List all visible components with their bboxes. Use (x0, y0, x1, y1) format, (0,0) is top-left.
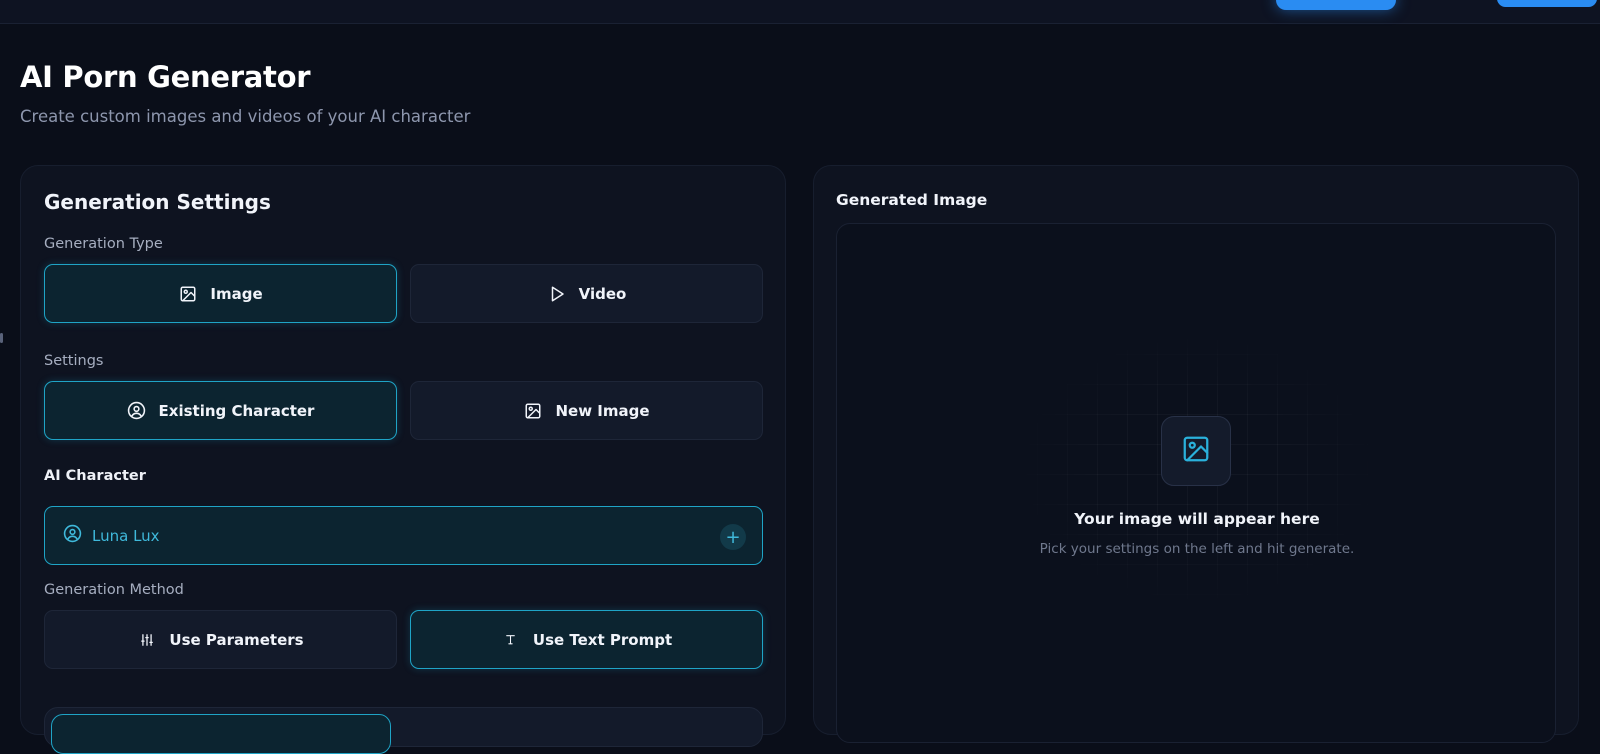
play-icon (547, 284, 567, 304)
generation-settings-panel: Generation Settings Generation Type Imag… (20, 165, 786, 754)
image-placeholder-icon (1181, 434, 1211, 468)
text-icon (501, 630, 521, 650)
image-preview-area: Your image will appear here Pick your se… (836, 223, 1556, 743)
top-bar (0, 0, 1600, 24)
new-image-label: New Image (555, 401, 650, 420)
sliders-icon (137, 630, 157, 650)
top-primary-button[interactable] (1276, 0, 1396, 10)
image-icon (178, 284, 198, 304)
use-text-prompt-label: Use Text Prompt (532, 630, 673, 649)
next-section-active-tab[interactable] (51, 714, 391, 754)
generation-type-video-button[interactable]: Video (410, 264, 763, 323)
next-section-toggle[interactable] (44, 707, 763, 754)
use-text-prompt-button[interactable]: Use Text Prompt (410, 610, 763, 669)
preview-heading: Your image will appear here (1074, 510, 1320, 528)
generated-image-title: Generated Image (836, 191, 988, 209)
user-circle-icon (63, 524, 82, 547)
ai-character-value: Luna Lux (92, 526, 160, 545)
settings-title: Generation Settings (44, 190, 271, 214)
generation-type-video-label: Video (578, 284, 627, 303)
existing-character-button[interactable]: Existing Character (44, 381, 397, 440)
generation-type-image-button[interactable]: Image (44, 264, 397, 323)
ai-character-label: AI Character (44, 468, 146, 484)
page-title: AI Porn Generator (20, 60, 311, 94)
preview-hint: Pick your settings on the left and hit g… (1039, 541, 1355, 557)
page-subtitle: Create custom images and videos of your … (20, 107, 471, 126)
existing-character-label: Existing Character (158, 401, 315, 420)
use-parameters-button[interactable]: Use Parameters (44, 610, 397, 669)
edge-handle (0, 333, 3, 343)
image-placeholder-icon-box (1161, 416, 1231, 486)
add-character-button[interactable]: + (720, 524, 746, 550)
top-secondary-button[interactable] (1497, 0, 1597, 7)
generated-image-panel: Generated Image Your image will appear h… (813, 165, 1579, 743)
generation-type-image-label: Image (210, 284, 263, 303)
generation-type-label: Generation Type (44, 236, 163, 252)
use-parameters-label: Use Parameters (169, 630, 304, 649)
user-circle-icon (127, 401, 147, 421)
settings-mode-label: Settings (44, 353, 104, 369)
new-image-button[interactable]: New Image (410, 381, 763, 440)
generation-method-label: Generation Method (44, 582, 184, 598)
ai-character-select[interactable]: Luna Lux + (44, 506, 763, 565)
image-icon (523, 401, 543, 421)
